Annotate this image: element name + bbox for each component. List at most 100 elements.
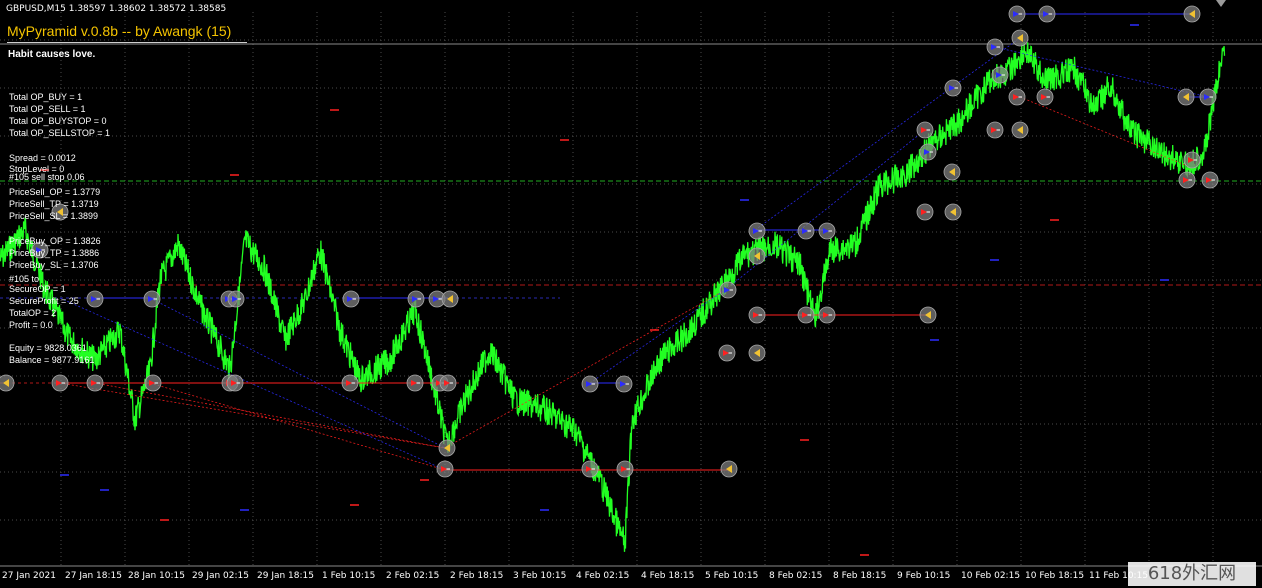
- sell-arrow-icon: [436, 460, 454, 478]
- close-marker-icon: [0, 374, 15, 392]
- close-marker-icon: [748, 344, 766, 362]
- time-label: 4 Feb 02:15: [576, 571, 630, 581]
- symbol-ohlc-readout: GBPUSD,M15 1.38597 1.38602 1.38572 1.385…: [6, 4, 227, 14]
- time-label: 29 Jan 18:15: [257, 571, 314, 581]
- order-link-line: [754, 37, 1021, 231]
- buy-arrow-icon: [719, 281, 737, 299]
- info-pricesell-sl: PriceSell_SL = 1.3899: [9, 211, 98, 221]
- close-marker-icon: [720, 460, 738, 478]
- sell-arrow-icon: [581, 460, 599, 478]
- title-divider: [7, 42, 247, 43]
- close-marker-icon: [919, 306, 937, 324]
- close-marker-icon: [441, 290, 459, 308]
- info-pricebuy-sl: PriceBuy_SL = 1.3706: [9, 260, 99, 270]
- sell-arrow-icon: [144, 374, 162, 392]
- buy-arrow-icon: [342, 290, 360, 308]
- close-marker-icon: [748, 247, 766, 265]
- buy-arrow-icon: [143, 290, 161, 308]
- close-marker-icon: [944, 203, 962, 221]
- buy-arrow-icon: [919, 143, 937, 161]
- time-label: 9 Feb 10:15: [897, 571, 951, 581]
- info-total-buystop: Total OP_BUYSTOP = 0: [9, 116, 107, 126]
- time-label: 8 Feb 18:15: [833, 571, 887, 581]
- order-link-line: [94, 382, 446, 449]
- buy-arrow-icon: [748, 222, 766, 240]
- ea-title: MyPyramid v.0.8b -- by Awangk (15): [7, 23, 232, 39]
- info-order-ref: #105 to: [9, 274, 40, 284]
- buy-arrow-icon: [991, 66, 1009, 84]
- time-label: 4 Feb 18:15: [641, 571, 695, 581]
- buy-arrow-icon: [944, 79, 962, 97]
- close-marker-icon: [438, 439, 456, 457]
- sell-arrow-icon: [748, 306, 766, 324]
- order-link-line: [149, 382, 446, 471]
- sell-arrow-icon: [341, 374, 359, 392]
- price-line: [0, 41, 1226, 552]
- sell-arrow-icon: [406, 374, 424, 392]
- info-profit: Profit = 0.0: [9, 320, 53, 330]
- info-total-sell: Total OP_SELL = 1: [9, 104, 86, 114]
- chart-shift-icon[interactable]: [1216, 0, 1226, 8]
- time-label: 3 Feb 10:15: [513, 571, 567, 581]
- time-label: 8 Feb 02:15: [769, 571, 823, 581]
- time-label: 5 Feb 10:15: [705, 571, 759, 581]
- buy-arrow-icon: [797, 222, 815, 240]
- info-pricesell-tp: PriceSell_TP = 1.3719: [9, 199, 99, 209]
- sell-arrow-icon: [616, 460, 634, 478]
- time-label: 10 Feb 18:15: [1025, 571, 1085, 581]
- time-label: 10 Feb 02:15: [961, 571, 1021, 581]
- buy-arrow-icon: [407, 290, 425, 308]
- buy-arrow-icon: [818, 222, 836, 240]
- time-label: 27 Jan 18:15: [65, 571, 122, 581]
- time-label: 27 Jan 2021: [2, 571, 56, 581]
- sell-arrow-icon: [1178, 171, 1196, 189]
- time-label: 29 Jan 02:15: [192, 571, 249, 581]
- sell-arrow-icon: [818, 306, 836, 324]
- info-spread: Spread = 0.0012: [9, 153, 76, 163]
- chart-window[interactable]: GBPUSD,M15 1.38597 1.38602 1.38572 1.385…: [0, 0, 1262, 588]
- time-label: 1 Feb 10:15: [322, 571, 376, 581]
- sell-arrow-icon: [51, 374, 69, 392]
- buy-arrow-icon: [1199, 88, 1217, 106]
- info-equity: Equity = 9828.0361: [9, 343, 87, 353]
- buy-arrow-icon: [1008, 5, 1026, 23]
- buy-arrow-icon: [86, 290, 104, 308]
- sell-arrow-icon: [1036, 88, 1054, 106]
- info-secure-op: SecureOP = 1: [9, 284, 66, 294]
- time-label: 2 Feb 18:15: [450, 571, 504, 581]
- sell-arrow-icon: [916, 203, 934, 221]
- time-label: 28 Jan 10:15: [128, 571, 185, 581]
- info-pending-order: #105 sell stop 0.06: [9, 172, 85, 182]
- sell-arrow-icon: [439, 374, 457, 392]
- watermark-logo: 618外汇网: [1128, 562, 1256, 586]
- info-secure-profit: SecureProfit = 25: [9, 296, 79, 306]
- close-marker-icon: [1011, 29, 1029, 47]
- time-label: 2 Feb 02:15: [386, 571, 440, 581]
- info-balance: Balance = 9877.9161: [9, 355, 95, 365]
- close-marker-icon: [1011, 121, 1029, 139]
- price-chart[interactable]: [0, 0, 1262, 588]
- info-pricebuy-tp: PriceBuy_TP = 1.3886: [9, 248, 100, 258]
- buy-arrow-icon: [581, 375, 599, 393]
- sell-arrow-icon: [1201, 171, 1219, 189]
- close-marker-icon: [1177, 88, 1195, 106]
- info-total-sellstop: Total OP_SELLSTOP = 1: [9, 128, 110, 138]
- info-total-op: TotalOP = 2: [9, 308, 57, 318]
- sell-arrow-icon: [916, 121, 934, 139]
- buy-arrow-icon: [615, 375, 633, 393]
- info-pricesell-op: PriceSell_OP = 1.3779: [9, 187, 101, 197]
- buy-arrow-icon: [227, 290, 245, 308]
- close-marker-icon: [1183, 5, 1201, 23]
- sell-arrow-icon: [226, 374, 244, 392]
- info-pricebuy-op: PriceBuy_OP = 1.3826: [9, 236, 101, 246]
- info-total-buy: Total OP_BUY = 1: [9, 92, 83, 102]
- sell-arrow-icon: [86, 374, 104, 392]
- buy-arrow-icon: [986, 38, 1004, 56]
- ea-motto: Habit causes love.: [8, 49, 96, 60]
- sell-arrow-icon: [718, 344, 736, 362]
- buy-arrow-icon: [1038, 5, 1056, 23]
- sell-arrow-icon: [1008, 88, 1026, 106]
- sell-arrow-icon: [797, 306, 815, 324]
- close-marker-icon: [943, 163, 961, 181]
- sell-arrow-icon: [1183, 151, 1201, 169]
